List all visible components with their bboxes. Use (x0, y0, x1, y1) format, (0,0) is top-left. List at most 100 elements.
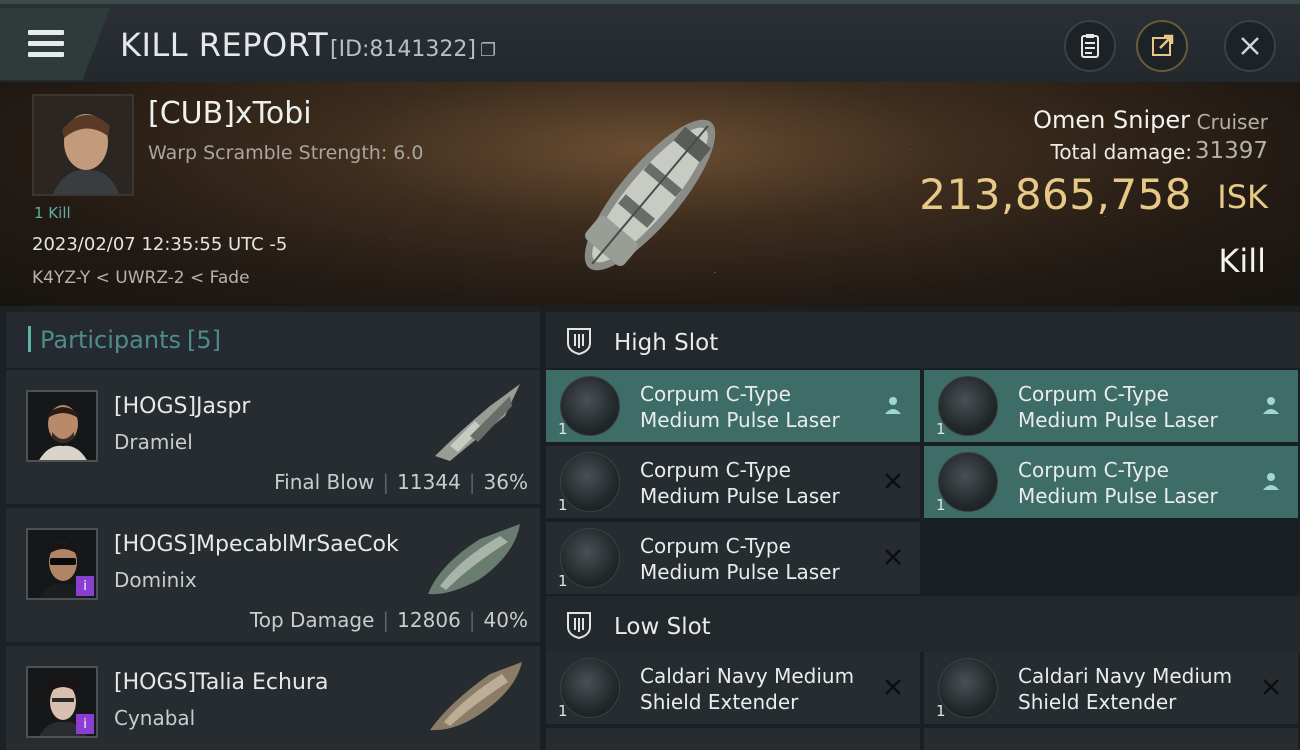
avatar: i (26, 666, 98, 738)
module-name: Corpum C-Type (640, 382, 791, 406)
participant-name[interactable]: [HOGS]Jaspr (114, 394, 250, 419)
module-name-line2: Medium Pulse Laser (640, 560, 840, 584)
low-slot-icon (567, 612, 591, 640)
module-name-line2: Medium Pulse Laser (640, 408, 840, 432)
kill-id: [ID:8141322] (330, 37, 476, 62)
avatar: i (26, 528, 98, 600)
participant-ship: Dominix (114, 568, 197, 592)
module-item[interactable]: 1 Corpum C-Type Medium Pulse Laser (546, 446, 920, 518)
kill-result: Kill (1218, 242, 1266, 280)
module-quantity: 1 (558, 572, 568, 590)
kill-id-label: [ID:8141322] ❐ (330, 37, 496, 62)
fitting-panel: High Slot 1 Corpum C-Type Medium Pulse L… (546, 306, 1300, 750)
module-quantity: 1 (558, 496, 568, 514)
participants-title: Participants [5] (40, 326, 221, 354)
participant-damage: 11344 (397, 470, 461, 494)
person-icon (1263, 397, 1279, 414)
victim-portrait[interactable] (32, 94, 134, 196)
module-name: Corpum C-Type (640, 458, 791, 482)
high-slot-icon (567, 328, 591, 356)
victim-banner: [CUB]xTobi Warp Scramble Strength: 6.0 1… (0, 82, 1300, 306)
clipboard-button[interactable] (1064, 20, 1116, 72)
participant-ship-image (435, 384, 520, 461)
menu-button[interactable] (0, 8, 110, 80)
cross-icon (885, 549, 901, 565)
module-name-line2: Medium Pulse Laser (640, 484, 840, 508)
shield-extender-icon (560, 658, 620, 718)
warp-scramble-strength: Warp Scramble Strength: 6.0 (148, 142, 424, 164)
module-name-line2: Medium Pulse Laser (1018, 408, 1218, 432)
participants-panel: Participants [5] [HOGS]Jaspr Dramiel Fina… (0, 306, 540, 750)
victim-name[interactable]: [CUB]xTobi (148, 96, 312, 131)
avatar (26, 390, 98, 462)
participant-stats: Top Damage | 12806 | 40% (249, 608, 528, 632)
high-slot-header: High Slot (546, 312, 1300, 368)
participant-ship-image (428, 524, 520, 595)
module-quantity: 1 (936, 420, 946, 438)
participant-name[interactable]: [HOGS]MpecablMrSaeCok (114, 532, 399, 557)
close-button[interactable] (1224, 20, 1276, 72)
module-quantity: 1 (936, 496, 946, 514)
cross-icon (885, 679, 901, 695)
module-item[interactable]: 1 Corpum C-Type Medium Pulse Laser (546, 370, 920, 442)
cross-icon (1263, 679, 1279, 695)
pulse-laser-icon (938, 452, 998, 512)
participant-row[interactable]: i [HOGS]MpecablMrSaeCok Dominix Top Dama… (6, 508, 540, 642)
top-bar: KILL REPORT [ID:8141322] ❐ (0, 0, 1300, 82)
participant-row[interactable]: [HOGS]Jaspr Dramiel Final Blow | 11344 | 36% (6, 370, 540, 504)
shield-extender-icon (938, 658, 998, 718)
participant-damage: 12806 (397, 608, 461, 632)
participant-stats: Final Blow | 11344 | 36% (274, 470, 528, 494)
module-item[interactable]: 1 Caldari Navy Medium Shield Extender (546, 652, 920, 724)
isk-unit: ISK (1217, 178, 1268, 216)
module-name: Corpum C-Type (1018, 458, 1169, 482)
kill-count: 1 Kill (34, 204, 71, 222)
total-damage-label: Total damage: (1050, 140, 1193, 164)
status-badge: i (76, 576, 94, 596)
pulse-laser-icon (560, 452, 620, 512)
victim-ship-class: Cruiser (1196, 110, 1268, 134)
participant-name[interactable]: [HOGS]Talia Echura (114, 670, 328, 695)
total-damage-value: 31397 (1194, 138, 1268, 164)
module-item-partial[interactable] (924, 728, 1298, 750)
clipboard-icon (1081, 34, 1099, 58)
person-icon (885, 397, 901, 414)
module-item[interactable]: 1 Corpum C-Type Medium Pulse Laser (546, 522, 920, 594)
close-icon (1241, 37, 1259, 55)
person-icon (1263, 473, 1279, 490)
pulse-laser-icon (938, 376, 998, 436)
copy-id-icon[interactable]: ❐ (480, 40, 496, 61)
kill-datetime: 2023/02/07 12:35:55 UTC -5 (32, 234, 288, 255)
pulse-laser-icon (560, 528, 620, 588)
module-item[interactable]: 1 Caldari Navy Medium Shield Extender (924, 652, 1298, 724)
page-title: KILL REPORT (120, 26, 329, 64)
participant-ship: Cynabal (114, 706, 196, 730)
participants-header: Participants [5] (6, 312, 540, 368)
cross-icon (885, 473, 901, 489)
module-name: Corpum C-Type (1018, 382, 1169, 406)
module-quantity: 1 (558, 420, 568, 438)
share-button[interactable] (1136, 20, 1188, 72)
kill-location[interactable]: K4YZ-Y < UWRZ-2 < Fade (32, 268, 250, 288)
participant-ship-image (430, 662, 522, 731)
status-badge: i (76, 714, 94, 734)
participant-percent: 40% (483, 608, 528, 632)
module-item-partial[interactable] (546, 728, 920, 750)
module-name: Corpum C-Type (640, 534, 791, 558)
victim-ship-name[interactable]: Omen Sniper (1033, 106, 1190, 134)
module-name: Caldari Navy Medium (640, 664, 855, 688)
module-item[interactable]: 1 Corpum C-Type Medium Pulse Laser (924, 370, 1298, 442)
share-icon (1152, 34, 1174, 56)
isk-value: 213,865,758 (919, 170, 1192, 219)
participants-count: [5] (186, 326, 221, 354)
module-quantity: 1 (936, 702, 946, 720)
participant-percent: 36% (483, 470, 528, 494)
participant-role: Top Damage (249, 608, 375, 632)
module-item[interactable]: 1 Corpum C-Type Medium Pulse Laser (924, 446, 1298, 518)
module-name-line2: Medium Pulse Laser (1018, 484, 1218, 508)
participant-role: Final Blow (274, 470, 375, 494)
low-slot-header: Low Slot (546, 596, 1300, 652)
low-slot-title: Low Slot (614, 614, 711, 640)
module-name-line2: Shield Extender (1018, 690, 1177, 714)
participant-row[interactable]: i [HOGS]Talia Echura Cynabal (6, 646, 540, 750)
